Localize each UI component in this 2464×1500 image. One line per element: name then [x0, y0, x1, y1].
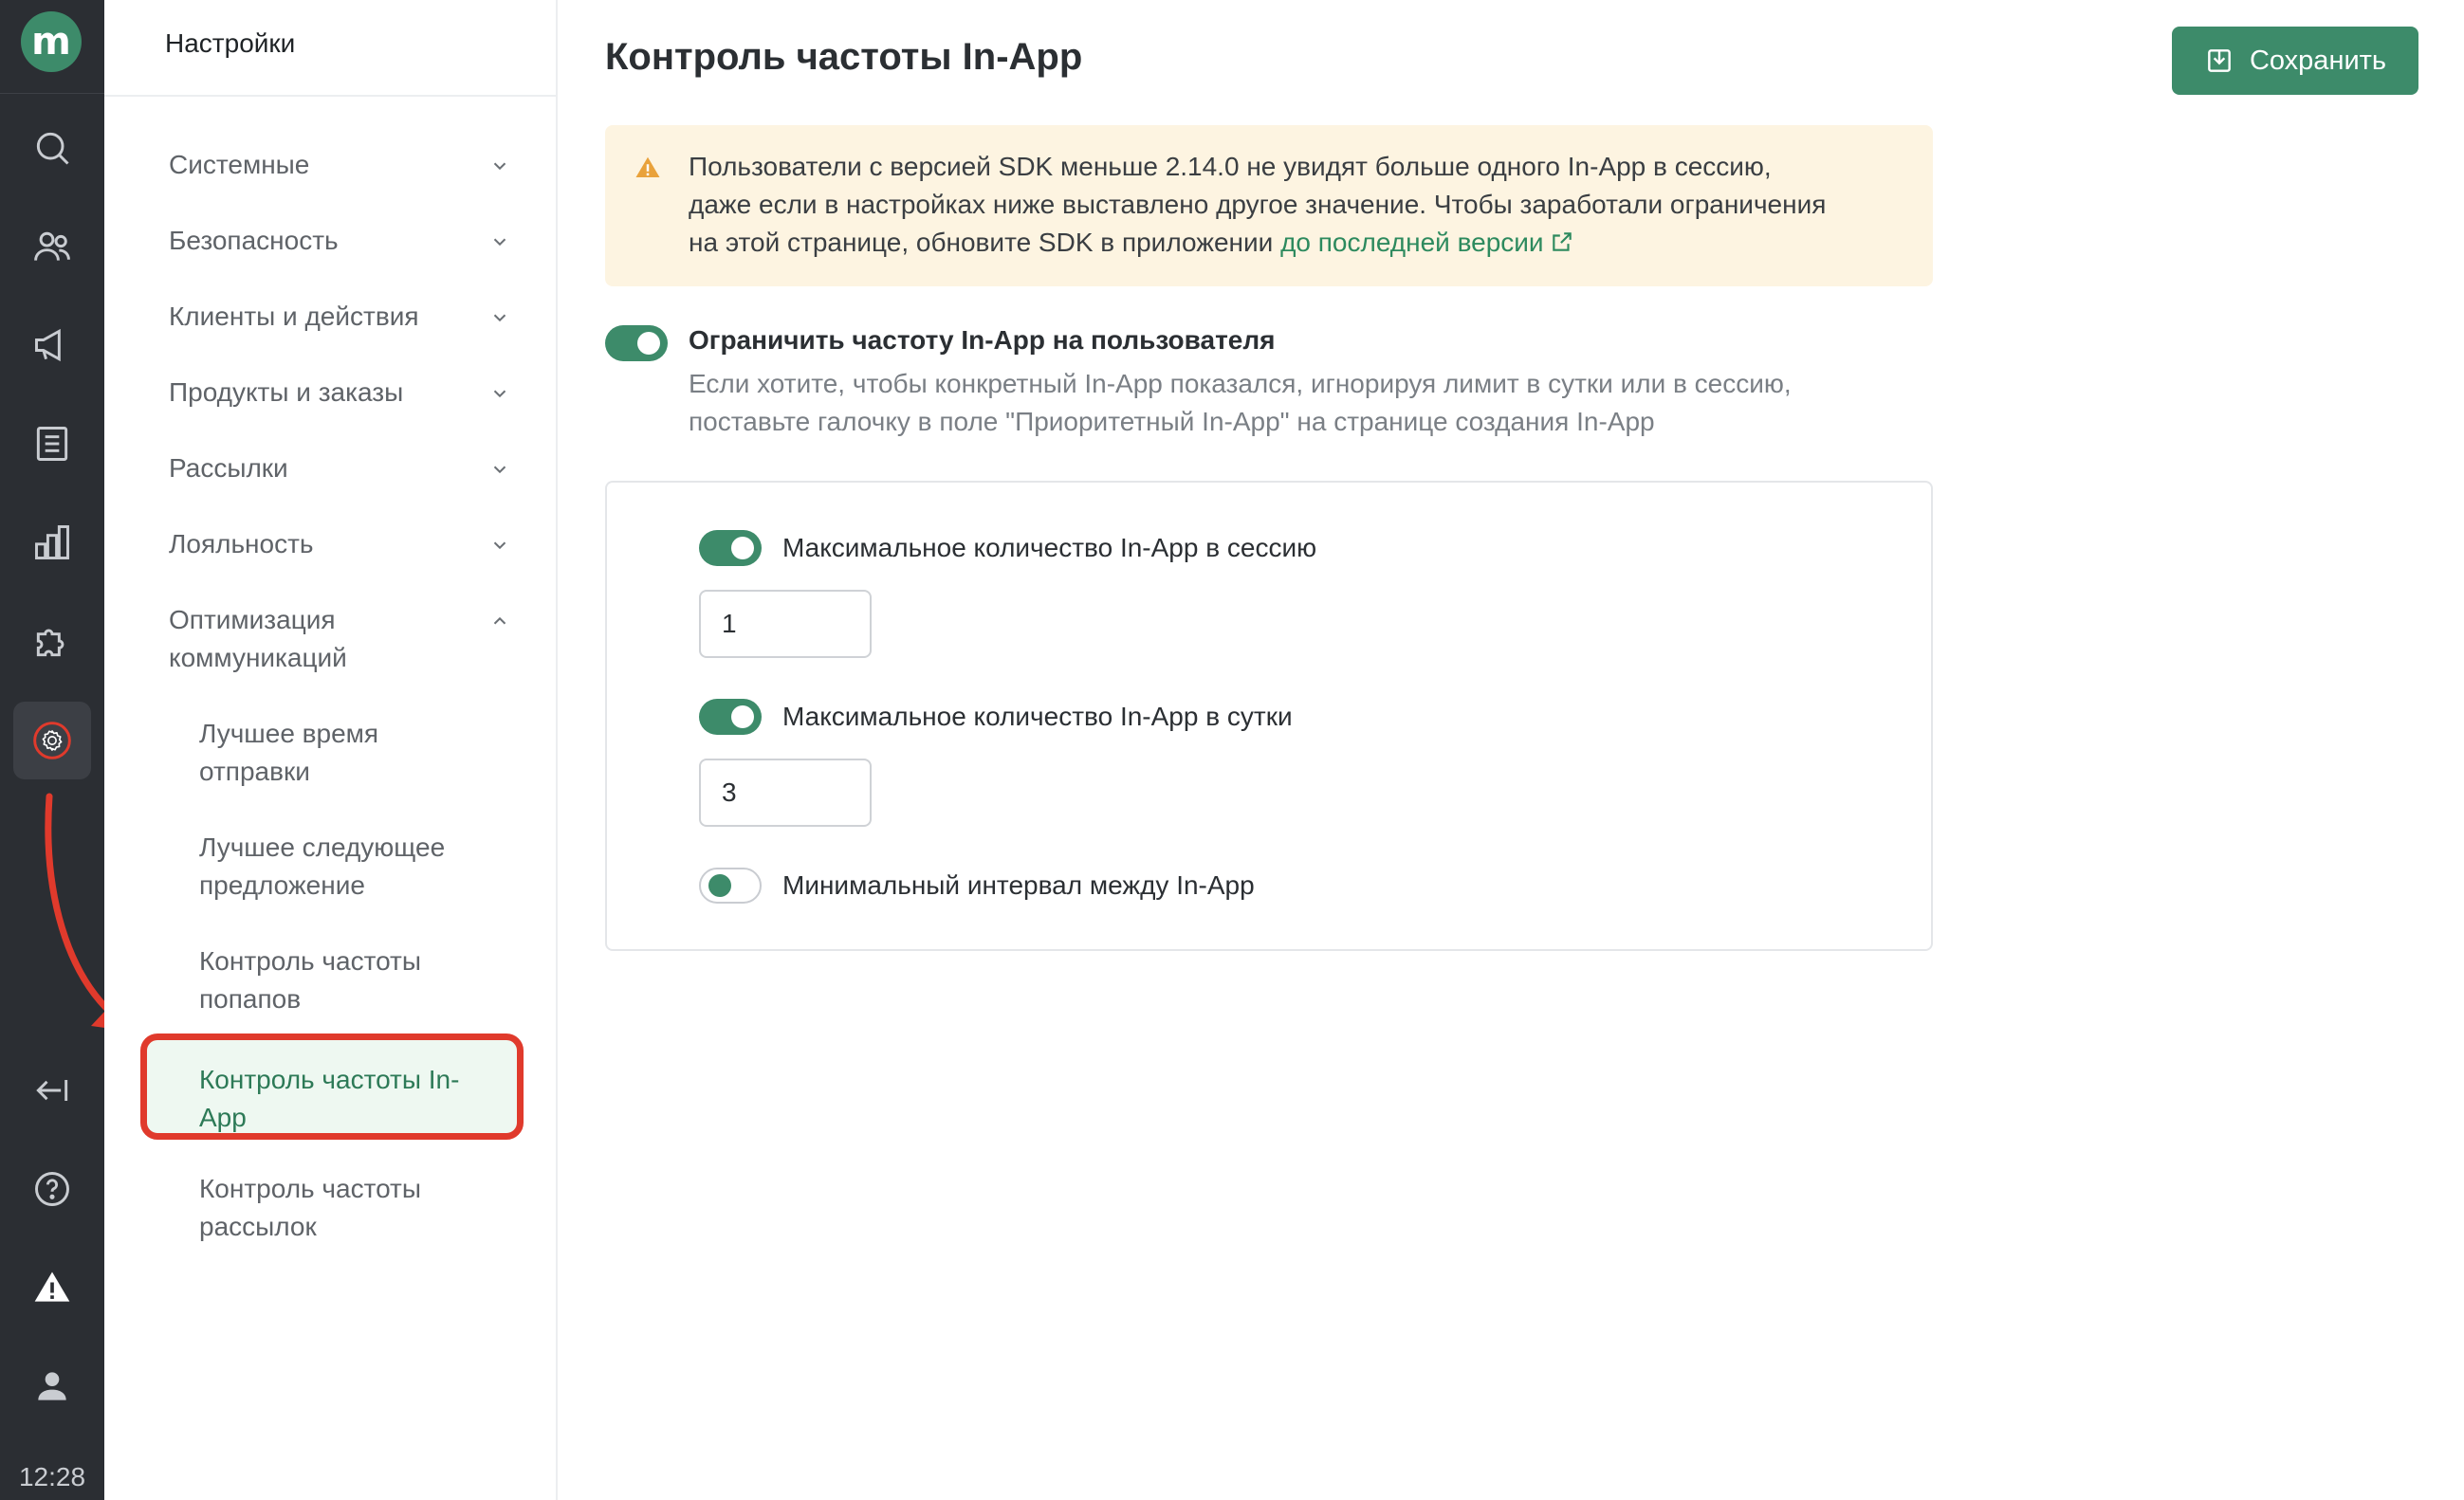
icon-rail: m 12:28 [0, 0, 133, 1500]
main-content: Контроль частоты In-App Сохранить Пользо… [560, 0, 2464, 1500]
nav-item-label: Системные [169, 150, 310, 179]
nav-divider [104, 95, 558, 97]
nav-item-clients[interactable]: Клиенты и действия [169, 298, 510, 336]
session-limit-input[interactable]: 1 [699, 590, 872, 658]
nav-item-products[interactable]: Продукты и заказы [169, 374, 510, 412]
limit-frequency-label: Ограничить частоту In-App на пользовател… [689, 325, 1276, 355]
chevron-down-icon [493, 466, 506, 474]
nav-item-label: Клиенты и действия [169, 302, 419, 331]
day-limit-toggle[interactable] [699, 699, 762, 735]
page-title: Контроль частоты In-App [605, 36, 1083, 78]
chevron-down-icon [493, 162, 506, 171]
day-limit-label: Максимальное количество In-App в сутки [782, 702, 1293, 731]
nav-item-security[interactable]: Безопасность [169, 222, 510, 260]
warning-icon[interactable] [24, 1259, 81, 1316]
settings-nav: Настройки Системные Безопасность Клиенты… [104, 0, 558, 1500]
warning-triangle-icon [635, 156, 660, 177]
interval-label: Минимальный интервал между In-App [782, 870, 1255, 900]
help-icon[interactable] [24, 1161, 81, 1217]
subitem-mailing-frequency[interactable]: Контроль частоты рассылок [199, 1170, 503, 1246]
nav-title: Настройки [165, 28, 296, 58]
subitem-best-time[interactable]: Лучшее время отправки [199, 715, 503, 791]
nav-item-label: Оптимизация коммуникаций [169, 605, 347, 672]
nav-item-system[interactable]: Системные [169, 146, 510, 184]
chart-icon[interactable] [24, 514, 81, 571]
nav-item-label: Продукты и заказы [169, 377, 404, 407]
nav-item-loyalty[interactable]: Лояльность [169, 525, 510, 563]
search-icon[interactable] [24, 119, 81, 176]
sdk-update-link[interactable]: до последней версии [1280, 228, 1544, 257]
warning-text-line-3: на этой странице, обновите SDK в приложе… [689, 224, 1904, 262]
clock: 12:28 [18, 1462, 86, 1491]
collapse-icon[interactable] [24, 1062, 81, 1119]
user-icon[interactable] [24, 1358, 81, 1415]
sdk-warning-banner: Пользователи с версией SDK меньше 2.14.0… [605, 125, 1933, 286]
chevron-down-icon [493, 541, 506, 550]
subitem-next-best-offer[interactable]: Лучшее следующее предложение [199, 829, 503, 905]
limit-frequency-description: Если хотите, чтобы конкретный In-App пок… [689, 369, 1792, 436]
nav-item-label: Рассылки [169, 453, 288, 483]
nav-item-label: Безопасность [169, 226, 339, 255]
document-icon[interactable] [24, 415, 81, 472]
rail-divider [0, 93, 104, 94]
save-button[interactable]: Сохранить [2172, 27, 2418, 95]
nav-item-label: Лояльность [169, 529, 314, 558]
nav-item-mailings[interactable]: Рассылки [169, 449, 510, 487]
chevron-up-icon [493, 616, 506, 625]
chevron-down-icon [493, 390, 506, 398]
subitem-popup-frequency[interactable]: Контроль частоты попапов [199, 942, 503, 1018]
warning-text-line-2: даже если в настройках ниже выставлено д… [689, 190, 1827, 219]
limits-card: Максимальное количество In-App в сессию … [605, 481, 1933, 951]
chevron-down-icon [493, 314, 506, 322]
save-icon [2208, 49, 2231, 72]
nav-item-optimization[interactable]: Оптимизация коммуникаций [169, 601, 510, 677]
warning-text-line-1: Пользователи с версией SDK меньше 2.14.0… [689, 152, 1772, 181]
session-limit-toggle[interactable] [699, 530, 762, 566]
external-link-icon[interactable] [1550, 229, 1574, 254]
subitem-inapp-frequency[interactable]: Контроль частоты In- App [140, 1034, 524, 1140]
megaphone-icon[interactable] [24, 317, 81, 374]
day-limit-input[interactable]: 3 [699, 759, 872, 827]
chevron-down-icon [493, 238, 506, 247]
save-label: Сохранить [2249, 45, 2387, 76]
users-icon[interactable] [24, 218, 81, 275]
interval-toggle[interactable] [699, 868, 762, 904]
limit-frequency-toggle[interactable] [605, 325, 668, 361]
gear-icon[interactable] [13, 702, 91, 779]
puzzle-icon[interactable] [24, 613, 81, 669]
session-limit-label: Максимальное количество In-App в сессию [782, 533, 1317, 562]
logo[interactable]: m [21, 11, 82, 72]
